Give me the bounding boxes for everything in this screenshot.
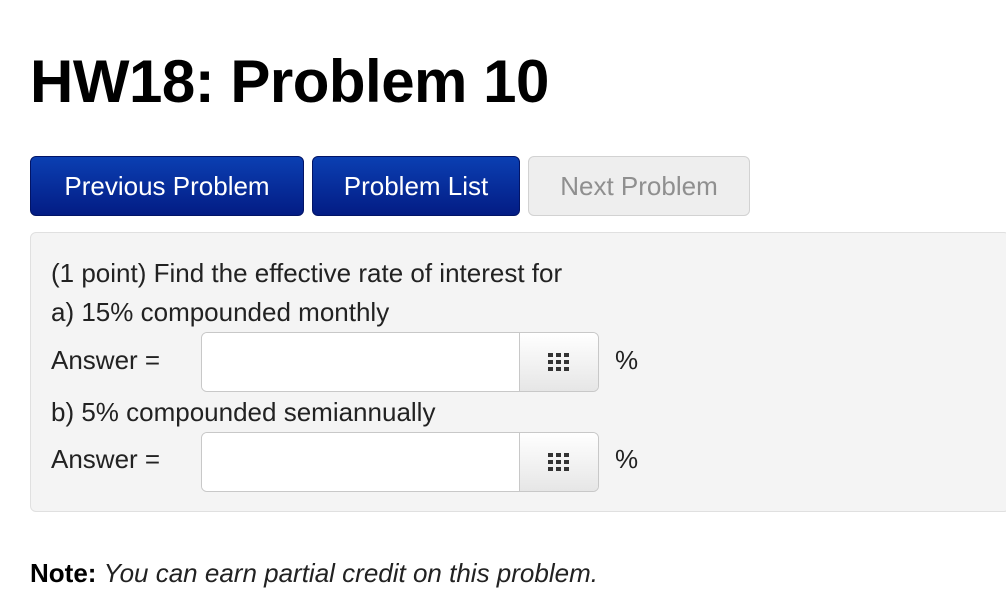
answer-unit-a: % (615, 345, 639, 375)
answer-unit-b: % (615, 444, 639, 474)
grid-icon (548, 353, 569, 371)
problem-list-button[interactable]: Problem List (312, 156, 520, 216)
problem-page: HW18: Problem 10 Previous Problem Proble… (0, 0, 1006, 594)
answer-label-b: Answer = (51, 444, 161, 474)
partial-credit-note: Note: You can earn partial credit on thi… (30, 556, 598, 590)
next-problem-button: Next Problem (528, 156, 750, 216)
problem-statement: (1 point) Find the effective rate of int… (51, 258, 563, 288)
equation-editor-button-a[interactable] (519, 333, 598, 391)
answer-label-a: Answer = (51, 345, 161, 375)
equation-editor-button-b[interactable] (519, 433, 598, 491)
answer-input-b[interactable] (202, 433, 520, 491)
grid-icon (548, 453, 569, 471)
previous-problem-button[interactable]: Previous Problem (30, 156, 304, 216)
part-b-text: b) 5% compounded semiannually (51, 397, 436, 427)
answer-field-group-a (201, 332, 599, 392)
page-title: HW18: Problem 10 (30, 48, 549, 115)
answer-field-group-b (201, 432, 599, 492)
problem-body: (1 point) Find the effective rate of int… (30, 232, 1006, 512)
answer-input-a[interactable] (202, 333, 520, 391)
note-label: Note: (30, 558, 97, 588)
part-a-text: a) 15% compounded monthly (51, 297, 390, 327)
note-text: You can earn partial credit on this prob… (103, 558, 598, 588)
